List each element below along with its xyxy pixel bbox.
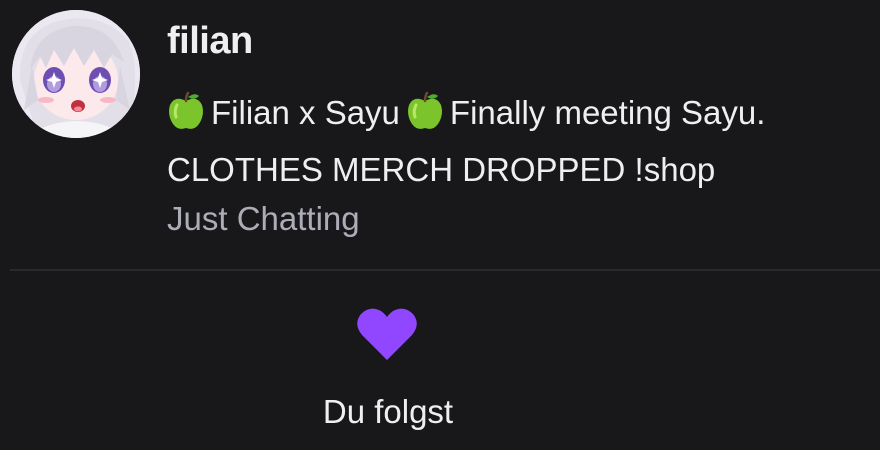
anime-avatar-icon — [12, 10, 140, 138]
channel-avatar[interactable] — [12, 10, 140, 138]
stream-title: Filian x Sayu Finally meeting Sayu. CLOT… — [167, 84, 880, 198]
heart-icon — [357, 308, 417, 360]
green-apple-icon — [169, 91, 203, 129]
channel-info-panel: filian Filian x Sayu Finally meeting Say… — [0, 0, 880, 450]
stream-title-line-1: Filian x Sayu Finally meeting Sayu. — [167, 84, 880, 141]
stream-title-text-2: Finally meeting Sayu. — [449, 94, 766, 131]
green-apple-icon — [407, 91, 442, 129]
follow-button[interactable]: Du folgst — [270, 295, 510, 445]
follow-label: Du folgst — [322, 393, 454, 430]
stream-title-text-1: Filian x Sayu — [211, 94, 400, 131]
divider — [10, 269, 880, 271]
channel-name[interactable]: filian — [167, 20, 253, 63]
category-link[interactable]: Just Chatting — [167, 200, 360, 238]
stream-title-line-2: CLOTHES MERCH DROPPED !shop — [167, 151, 716, 188]
